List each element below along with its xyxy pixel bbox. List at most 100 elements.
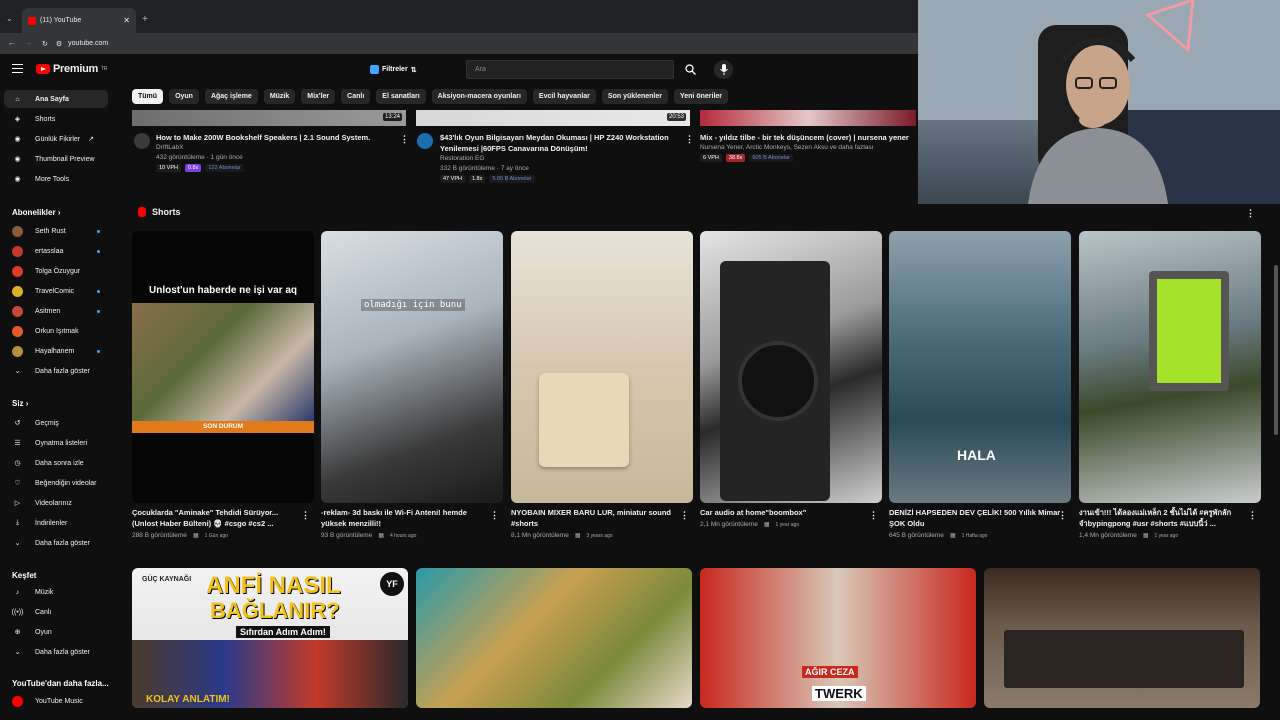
sidebar-item-your-videos[interactable]: ▷ Videolarınız [4,494,108,512]
channel-avatar[interactable] [134,133,150,149]
more-options-icon[interactable]: ⋮ [680,510,689,521]
search-icon [684,64,696,75]
chip-all[interactable]: Tümü [132,89,164,104]
reload-icon[interactable]: ↻ [42,40,48,48]
channel-name[interactable]: Nursena Yener, Arctic Monkeys, Sezen Aks… [700,143,912,153]
sidebar-item-home[interactable]: ⌂ Ana Sayfa [4,90,108,108]
sidebar-item-live[interactable]: ((•)) Canlı [4,603,108,621]
youtube-music-icon [12,695,23,707]
sidebar-item-sub[interactable]: TravelComic [4,282,108,300]
chip[interactable]: Oyun [169,89,199,104]
sidebar-show-more-explore[interactable]: ⌄ Daha fazla göster [4,643,108,661]
sidebar-item-music[interactable]: ♪ Müzik [4,583,108,601]
sidebar-item-playlists[interactable]: ☰ Oynatma listeleri [4,434,108,452]
more-options-icon[interactable]: ⋮ [685,134,694,145]
video-thumbnail[interactable] [700,110,916,126]
video-thumbnail[interactable] [984,568,1260,708]
video-title[interactable]: How to Make 200W Bookshelf Speakers | 2.… [156,132,396,143]
subs-badge: 122 Abonelar [205,164,244,172]
browser-tab[interactable]: (11) YouTube ✕ [22,8,136,33]
sidebar-item-sub[interactable]: Tolga Özuygur [4,262,108,280]
channel-name[interactable]: DrIftLabX [156,143,396,153]
more-options-icon[interactable]: ⋮ [301,510,310,521]
sidebar-item-more-tools[interactable]: ◉ More Tools [4,170,108,188]
sidebar-item-sub[interactable]: Asitmen [4,302,108,320]
video-title[interactable]: $43'lık Oyun Bilgisayarı Meydan Okuması … [440,132,680,154]
sidebar-item-sub[interactable]: Orkun Işıtmak [4,322,108,340]
more-options-icon[interactable]: ⋮ [400,134,409,145]
sidebar-item-label: Seth Rust [35,227,66,235]
chip[interactable]: Mix'ler [301,89,336,104]
youtube-logo[interactable]: Premium TR [36,63,107,75]
more-options-icon[interactable]: ⋮ [869,510,878,521]
more-options-icon[interactable]: ⋮ [490,510,499,521]
chip[interactable]: Müzik [263,89,296,104]
chip[interactable]: Evcil hayvanlar [532,89,596,104]
scrollbar[interactable] [1274,265,1278,435]
search-button[interactable] [680,60,700,79]
you-header[interactable]: Siz › [12,399,28,408]
subscriptions-header[interactable]: Abonelikler › [12,208,60,217]
menu-icon[interactable] [12,64,23,73]
short-card[interactable]: olmadığı için bunu [321,231,503,503]
forward-icon[interactable]: → [25,40,32,47]
tab-list-icon[interactable]: ⌄ [6,14,13,23]
chip[interactable]: Son yüklenenler [601,89,668,104]
sidebar-item-thumbnail-preview[interactable]: ◉ Thumbnail Preview [4,150,108,168]
sidebar-item-youtube-music[interactable]: YouTube Music [4,692,108,710]
sidebar-item-watch-later[interactable]: ◷ Daha sonra izle [4,454,108,472]
filters-button[interactable]: Filtreler ⇅ [370,62,417,77]
sidebar-item-sub[interactable]: ertasslaa [4,242,108,260]
close-tab-icon[interactable]: ✕ [123,16,130,25]
voice-search-button[interactable] [714,60,733,79]
microphone-icon [719,64,728,75]
video-thumbnail[interactable]: AĞIR CEZA TWERK [700,568,976,708]
short-title[interactable]: NYOBAIN MIXER BARU LUR, miniatur sound #… [511,507,683,529]
new-tab-icon[interactable]: + [142,14,148,25]
chip[interactable]: Canlı [341,89,371,104]
more-options-icon[interactable]: ⋮ [1058,510,1067,521]
sidebar-item-history[interactable]: ↺ Geçmiş [4,414,108,432]
sidebar-item-daily-ideas[interactable]: ◉ Günlük Fikirler ↗ [4,130,108,148]
short-title[interactable]: -reklam- 3d baskı ile Wi-Fi Anteni! hemd… [321,507,493,529]
chip[interactable]: Yeni öneriler [673,89,729,104]
sidebar-item-shorts[interactable]: ◈ Shorts [4,110,108,128]
sidebar-item-downloads[interactable]: ⤓ İndirilenler [4,514,108,532]
sidebar-item-label: Shorts [35,115,56,123]
search-input[interactable]: Ara [466,60,674,79]
short-title[interactable]: Car audio at home"boombox" [700,507,872,518]
url-text[interactable]: youtube.com [68,40,108,47]
short-card[interactable] [511,231,693,503]
channel-name[interactable]: Restoration EG [440,154,680,164]
short-title[interactable]: DENİZİ HAPSEDEN DEV ÇELİK! 500 Yıllık Mi… [889,507,1061,529]
video-thumbnail[interactable]: 20:53 [416,110,690,126]
calendar-icon: ▦ [574,533,581,539]
filter-extension-icon [370,65,379,74]
sidebar-item-gaming[interactable]: ⊕ Oyun [4,623,108,641]
sidebar-show-more-you[interactable]: ⌄ Daha fazla göster [4,534,108,552]
video-thumbnail[interactable]: 13:24 [132,110,406,126]
channel-avatar[interactable] [417,133,433,149]
more-options-icon[interactable]: ⋮ [1248,510,1257,521]
back-icon[interactable]: ← [8,40,15,47]
sidebar-item-sub[interactable]: Hayalhanem [4,342,108,360]
short-card[interactable]: HALA [889,231,1071,503]
short-views: 93 B görüntüleme [321,532,373,539]
short-card[interactable] [1079,231,1261,503]
more-options-icon[interactable]: ⋮ [1246,208,1255,219]
chip[interactable]: Aksiyon-macera oyunları [431,89,527,104]
chip[interactable]: Ağaç işleme [204,89,258,104]
short-card[interactable] [700,231,882,503]
video-thumbnail[interactable] [416,568,692,708]
gamepad-icon: ⊕ [14,629,21,636]
video-title[interactable]: Mix - yıldız tilbe - bir tek düşüncem (c… [700,132,912,143]
short-title[interactable]: Çocuklarda "Aminake" Tehdidi Sürüyor... … [132,507,304,529]
short-card[interactable]: Unlost'un haberde ne işi var aq SON DURU… [132,231,314,503]
site-info-icon[interactable]: ⚙ [56,40,62,48]
video-thumbnail[interactable]: GÜÇ KAYNAĞI ANFİ NASIL BAĞLANIR? Sıfırda… [132,568,408,708]
chip[interactable]: El sanatları [376,89,426,104]
sidebar-show-more-subs[interactable]: ⌄ Daha fazla göster [4,362,108,380]
short-title[interactable]: งานเข้า!!! ได้ลองแม่เหล็ก 2 ชั้นไม่ได้ #… [1079,507,1251,529]
sidebar-item-liked[interactable]: ♡ Beğendiğin videolar [4,474,108,492]
sidebar-item-sub[interactable]: Seth Rust [4,222,108,240]
